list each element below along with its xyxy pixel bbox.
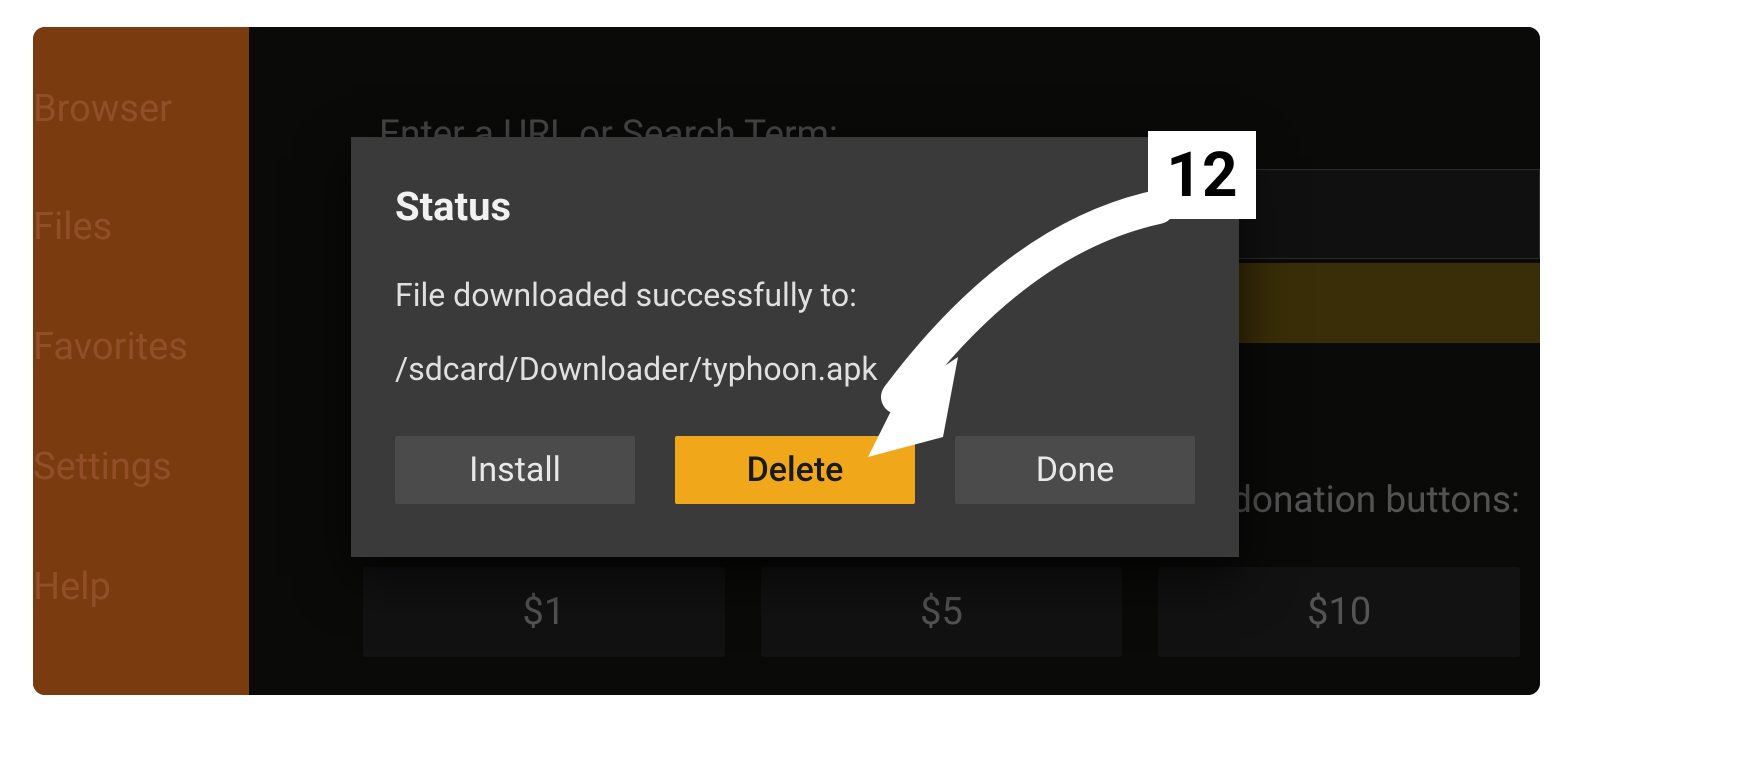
sidebar-item-settings[interactable]: Settings bbox=[33, 445, 249, 489]
sidebar-item-browser[interactable]: Browser bbox=[33, 87, 249, 131]
step-callout: 12 bbox=[1148, 131, 1256, 219]
delete-button[interactable]: Delete bbox=[675, 436, 915, 504]
done-button[interactable]: Done bbox=[955, 436, 1195, 504]
sidebar-item-favorites[interactable]: Favorites bbox=[33, 325, 249, 369]
dialog-title: Status bbox=[395, 183, 1195, 230]
dialog-message-path: /sdcard/Downloader/typhoon.apk bbox=[395, 350, 1195, 388]
dialog-button-row: Install Delete Done bbox=[395, 436, 1195, 504]
sidebar: Browser Files Favorites Settings Help bbox=[33, 27, 249, 695]
status-dialog: Status File downloaded successfully to: … bbox=[351, 137, 1239, 557]
sidebar-item-help[interactable]: Help bbox=[33, 565, 249, 609]
dialog-message-line1: File downloaded successfully to: bbox=[395, 276, 1195, 314]
app-frame: Browser Files Favorites Settings Help En… bbox=[33, 27, 1540, 695]
sidebar-item-files[interactable]: Files bbox=[33, 205, 249, 249]
install-button[interactable]: Install bbox=[395, 436, 635, 504]
